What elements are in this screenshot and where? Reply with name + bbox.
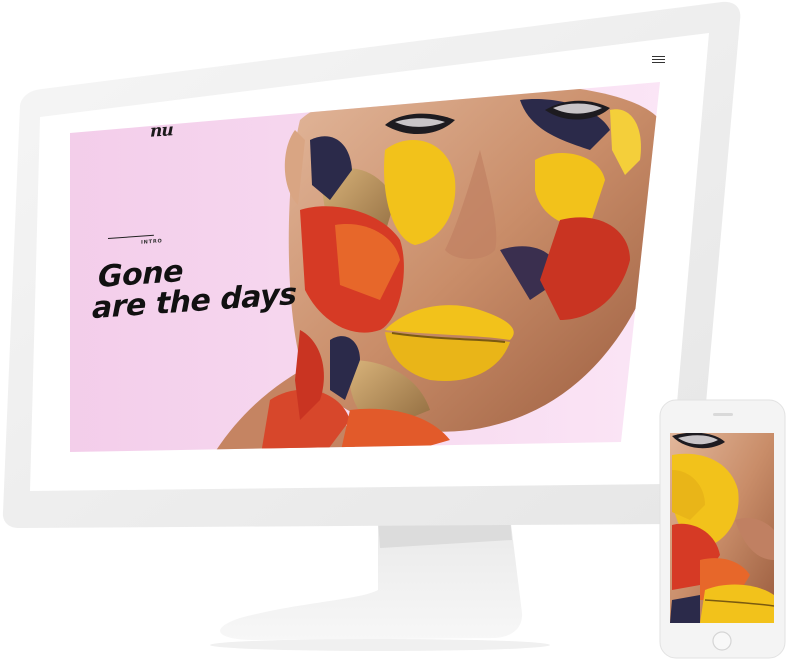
speaker-slot-icon — [713, 413, 733, 416]
desktop-monitor: nu INTRO Gone are the days — [0, 0, 787, 663]
devices-mockup: nu INTRO Gone are the days — [0, 0, 787, 663]
menu-bar-middle — [652, 59, 665, 61]
hamburger-menu-icon[interactable] — [652, 55, 665, 64]
menu-bar-bottom — [652, 62, 665, 64]
site-logo[interactable]: nu — [150, 120, 173, 142]
menu-bar-top — [652, 56, 665, 58]
devices-illustration — [2, 1, 786, 659]
home-button-icon[interactable] — [712, 631, 732, 651]
